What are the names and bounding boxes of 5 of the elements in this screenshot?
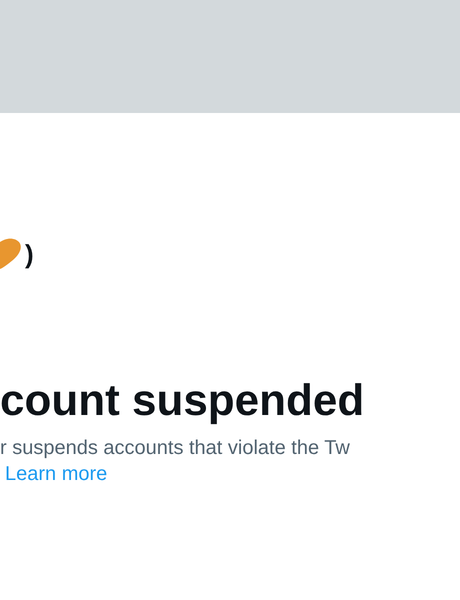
heart-icon	[0, 238, 22, 270]
notice-text: r suspends accounts that violate the Tw	[0, 436, 350, 462]
learn-more-link[interactable]: Learn more	[5, 461, 108, 488]
display-name: )	[25, 241, 34, 267]
notice-title: count suspended	[0, 377, 364, 426]
